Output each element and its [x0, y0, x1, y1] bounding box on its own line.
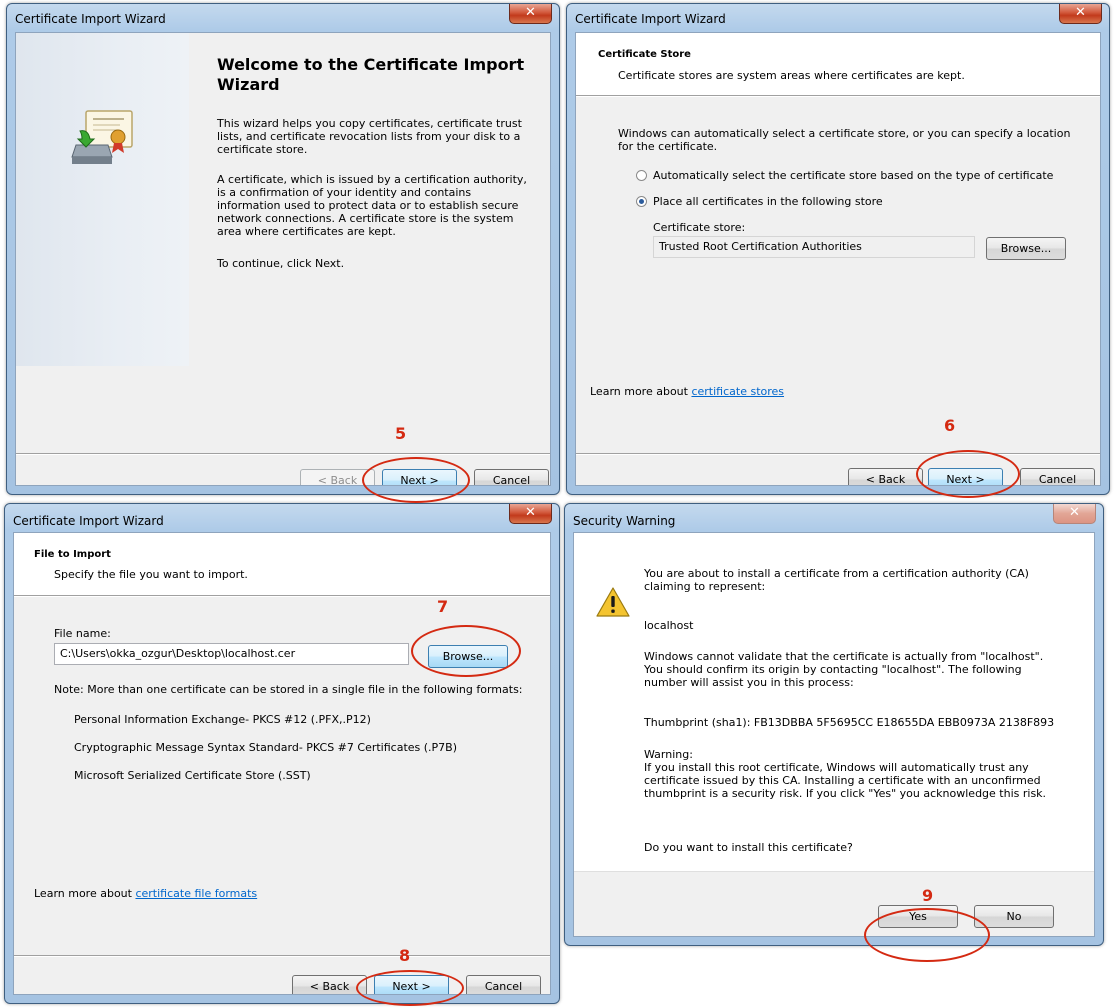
- store-dialog: Certificate Import Wizard ✕ Certificate …: [566, 3, 1110, 495]
- welcome-client: Welcome to the Certificate Import Wizard…: [15, 32, 551, 486]
- formats-note: Note: More than one certificate can be s…: [54, 683, 523, 696]
- window-title: Certificate Import Wizard: [13, 514, 164, 528]
- radio-place-all[interactable]: [636, 196, 647, 207]
- learn-more-text: Learn more about certificate file format…: [34, 887, 257, 900]
- welcome-heading: Welcome to the Certificate Import Wizard: [217, 55, 525, 94]
- learn-more-prefix: Learn more about: [34, 887, 136, 900]
- back-button[interactable]: < Back: [848, 468, 923, 485]
- close-icon[interactable]: ✕: [509, 504, 552, 524]
- step-ring-yes: [864, 908, 990, 962]
- header-band: [576, 33, 1100, 95]
- thumbprint: Thumbprint (sha1): FB13DBBA 5F5695CC E18…: [644, 716, 1055, 729]
- section-description: Specify the file you want to import.: [54, 568, 248, 581]
- radio-auto-select[interactable]: [636, 170, 647, 181]
- close-icon[interactable]: ✕: [509, 4, 552, 24]
- step-number-8: 8: [399, 946, 411, 965]
- step-number-7: 7: [437, 597, 449, 616]
- security-warning-dialog: Security Warning ✕ You are about to inst…: [564, 503, 1104, 946]
- store-client: Certificate Store Certificate stores are…: [575, 32, 1101, 486]
- separator: [576, 453, 1100, 455]
- step-number-5: 5: [395, 424, 407, 443]
- format-item: Personal Information Exchange- PKCS #12 …: [74, 713, 371, 726]
- learn-more-prefix: Learn more about: [590, 385, 692, 398]
- window-title: Certificate Import Wizard: [15, 12, 166, 26]
- section-description: Certificate stores are system areas wher…: [618, 69, 965, 82]
- step-ring-next: [356, 970, 464, 1006]
- file-name-label: File name:: [54, 627, 111, 640]
- section-title: Certificate Store: [598, 49, 691, 60]
- welcome-dialog: Certificate Import Wizard ✕ Welcome to t…: [6, 3, 560, 495]
- step-ring-next: [362, 457, 470, 503]
- store-titlebar[interactable]: Certificate Import Wizard ✕: [567, 4, 1109, 32]
- header-band: [14, 533, 550, 595]
- wizard-side-panel: [16, 33, 189, 366]
- file-client: File to Import Specify the file you want…: [13, 532, 551, 995]
- certificate-store-label: Certificate store:: [653, 221, 746, 234]
- warning-title: Warning:: [644, 748, 693, 761]
- store-intro: Windows can automatically select a certi…: [618, 127, 1071, 153]
- cancel-button[interactable]: Cancel: [466, 975, 541, 994]
- separator: [14, 955, 550, 957]
- certificate-store-field: Trusted Root Certification Authorities: [653, 236, 975, 258]
- learn-more-text: Learn more about certificate stores: [590, 385, 784, 398]
- warning-text: If you install this root certificate, Wi…: [644, 761, 1047, 800]
- format-item: Microsoft Serialized Certificate Store (…: [74, 769, 311, 782]
- close-icon[interactable]: ✕: [1053, 504, 1096, 524]
- section-title: File to Import: [34, 549, 111, 560]
- warning-intro: You are about to install a certificate f…: [644, 567, 1029, 593]
- certificate-icon: [71, 110, 133, 164]
- cancel-button[interactable]: Cancel: [1020, 468, 1095, 485]
- step-ring-next: [916, 450, 1020, 498]
- file-dialog: Certificate Import Wizard ✕ File to Impo…: [4, 503, 560, 1004]
- install-question: Do you want to install this certificate?: [644, 841, 853, 854]
- welcome-para-2: A certificate, which is issued by a cert…: [217, 173, 527, 238]
- file-name-input[interactable]: C:\Users\okka_ozgur\Desktop\localhost.ce…: [54, 643, 409, 665]
- warning-titlebar[interactable]: Security Warning ✕: [565, 504, 1103, 532]
- welcome-titlebar[interactable]: Certificate Import Wizard ✕: [7, 4, 559, 32]
- window-title: Certificate Import Wizard: [575, 12, 726, 26]
- warning-client: You are about to install a certificate f…: [573, 532, 1095, 937]
- close-icon[interactable]: ✕: [1059, 4, 1102, 24]
- separator: [14, 595, 550, 597]
- separator: [16, 453, 550, 455]
- cancel-button[interactable]: Cancel: [474, 469, 549, 485]
- radio-auto-select-label[interactable]: Automatically select the certificate sto…: [653, 169, 1053, 182]
- window-title: Security Warning: [573, 514, 676, 528]
- certificate-stores-link[interactable]: certificate stores: [691, 385, 784, 398]
- step-number-6: 6: [944, 416, 956, 435]
- step-ring-browse: [411, 625, 521, 677]
- welcome-para-3: To continue, click Next.: [217, 257, 345, 270]
- welcome-para-1: This wizard helps you copy certificates,…: [217, 117, 522, 156]
- validation-text: Windows cannot validate that the certifi…: [644, 650, 1044, 689]
- radio-place-all-label[interactable]: Place all certificates in the following …: [653, 195, 883, 208]
- format-item: Cryptographic Message Syntax Standard- P…: [74, 741, 458, 754]
- step-number-9: 9: [922, 886, 934, 905]
- file-titlebar[interactable]: Certificate Import Wizard ✕: [5, 504, 559, 532]
- separator: [576, 95, 1100, 97]
- browse-button[interactable]: Browse...: [986, 237, 1066, 260]
- claimed-host: localhost: [644, 619, 694, 632]
- warning-icon: [596, 587, 630, 617]
- certificate-file-formats-link[interactable]: certificate file formats: [135, 887, 257, 900]
